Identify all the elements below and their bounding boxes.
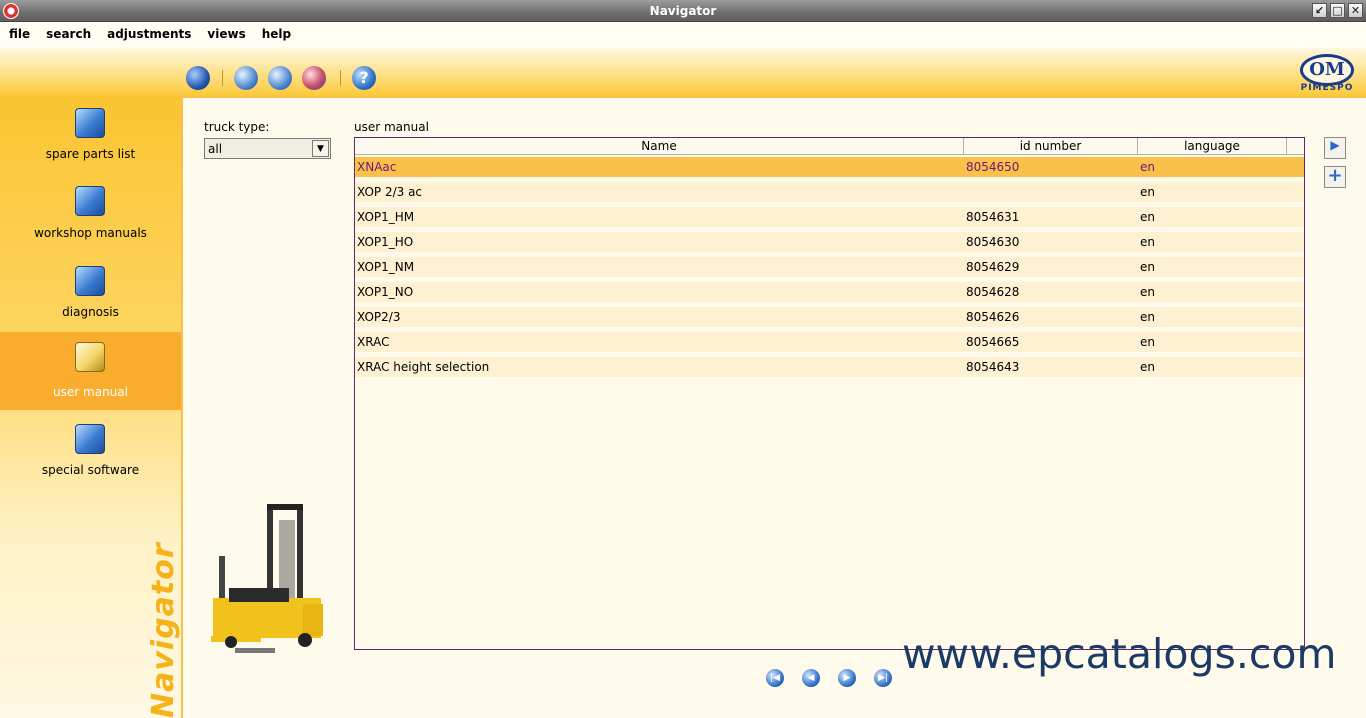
cell-id: 8054665 [966,335,1020,349]
sidebar-item-label: spare parts list [45,147,136,161]
column-header-id[interactable]: id number [964,138,1138,155]
next-page-button[interactable]: ▶ [838,669,856,687]
table-row[interactable]: XNAac 8054650 en [355,157,1304,177]
truck-type-value: all [208,142,223,156]
search-advanced-icon[interactable] [268,66,292,90]
cell-name: XRAC [357,335,390,349]
close-button[interactable]: ✕ [1348,3,1363,18]
search-icon[interactable] [234,66,258,90]
sidebar-item-user-manual[interactable]: user manual [0,332,181,410]
cell-name: XOP1_NO [357,285,414,299]
cell-name: XOP1_HO [357,235,414,249]
sidebar-brand: Navigator [146,542,181,718]
column-header-language[interactable]: language [1138,138,1287,155]
folder-icon [75,108,105,138]
title-bar: Navigator ↙ □ ✕ [0,0,1366,22]
cell-language: en [1140,185,1155,199]
add-button[interactable]: + [1324,166,1346,188]
cell-language: en [1140,335,1155,349]
chevron-down-icon[interactable]: ▼ [312,140,329,157]
toolbar-separator [222,70,223,86]
logo-mark: OM [1300,54,1354,86]
folder-icon [75,342,105,372]
cell-name: XOP1_NM [357,260,415,274]
cell-name: XNAac [357,160,397,174]
panel-title: user manual [354,120,429,134]
sidebar-item-workshop-manuals[interactable]: workshop manuals [0,176,181,254]
table-row[interactable]: XOP1_NM 8054629 en [355,257,1304,277]
cell-id: 8054628 [966,285,1020,299]
minimize-button[interactable]: ↙ [1312,3,1327,18]
maximize-button[interactable]: □ [1330,3,1345,18]
manuals-table: Name id number language XNAac 8054650 en XO… [354,137,1305,650]
cell-id: 8054629 [966,260,1020,274]
sidebar-item-special-software[interactable]: special software [0,412,181,490]
folder-icon [75,424,105,454]
globe-icon[interactable] [186,66,210,90]
column-header-name[interactable]: Name [355,138,964,155]
cell-name: XRAC height selection [357,360,490,374]
table-row[interactable]: XOP1_NO 8054628 en [355,282,1304,302]
help-icon[interactable]: ? [352,66,376,90]
sidebar-item-spare-parts[interactable]: spare parts list [0,96,181,174]
cell-language: en [1140,235,1155,249]
cell-language: en [1140,160,1155,174]
cell-language: en [1140,360,1155,374]
menu-adjustments[interactable]: adjustments [98,22,198,41]
watermark: www.epcatalogs.com [902,630,1337,678]
table-header: Name id number language [355,138,1304,155]
cell-name: XOP2/3 [357,310,401,324]
cell-language: en [1140,210,1155,224]
folder-icon [75,266,105,296]
table-row[interactable]: XRAC 8054665 en [355,332,1304,352]
truck-type-select[interactable]: all ▼ [204,138,331,159]
cell-language: en [1140,260,1155,274]
prev-page-button[interactable]: ◀ [802,669,820,687]
table-row[interactable]: XOP1_HM 8054631 en [355,207,1304,227]
sidebar-item-diagnosis[interactable]: diagnosis [0,256,181,332]
menu-bar: file search adjustments views help [0,22,1366,48]
sidebar-item-label: user manual [53,385,128,399]
sidebar-item-label: diagnosis [62,305,119,319]
menu-help[interactable]: help [253,22,298,41]
last-page-button[interactable]: ▶| [874,669,892,687]
menu-views[interactable]: views [198,22,252,41]
table-row[interactable]: XOP1_HO 8054630 en [355,232,1304,252]
cell-id: 8054650 [966,160,1020,174]
folder-icon [75,186,105,216]
truck-type-label: truck type: [204,120,270,134]
open-button[interactable]: ▶ [1324,137,1346,159]
window-title: Navigator [649,4,717,18]
cell-language: en [1140,285,1155,299]
sidebar-item-label: special software [41,463,140,477]
menu-search[interactable]: search [37,22,98,41]
cell-language: en [1140,310,1155,324]
toolbar-separator [340,70,341,86]
first-page-button[interactable]: |◀ [766,669,784,687]
cell-name: XOP 2/3 ac [357,185,423,199]
logo-subtitle: PIMESPO [1300,83,1354,93]
table-row[interactable]: XOP2/3 8054626 en [355,307,1304,327]
table-row[interactable]: XRAC height selection 8054643 en [355,357,1304,377]
sidebar-item-label: workshop manuals [34,226,147,240]
cell-id: 8054626 [966,310,1020,324]
cell-id: 8054643 [966,360,1020,374]
brand-logo: OM PIMESPO [1296,52,1358,94]
cell-name: XOP1_HM [357,210,415,224]
menu-file[interactable]: file [0,22,37,41]
cell-id: 8054630 [966,235,1020,249]
toolbar: ? [0,48,1366,96]
table-row[interactable]: XOP 2/3 ac en [355,182,1304,202]
forklift-image [211,504,323,653]
print-icon[interactable] [302,66,326,90]
cell-id: 8054631 [966,210,1020,224]
